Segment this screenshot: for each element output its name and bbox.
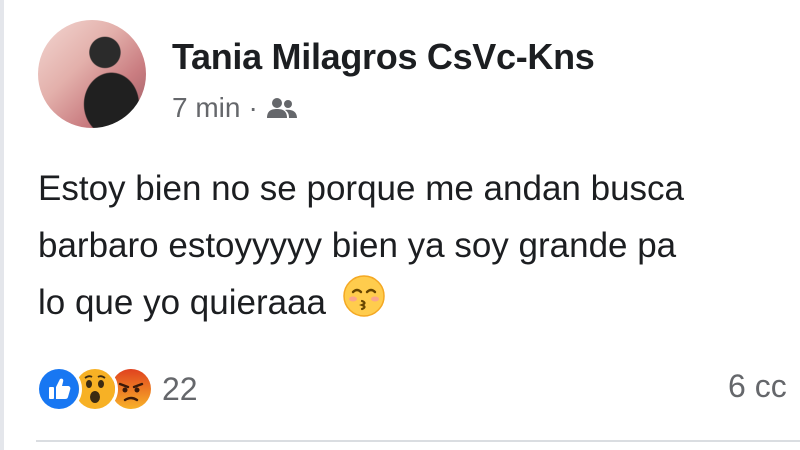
post-time[interactable]: 7 min [172, 92, 240, 124]
kissing-face-emoji [342, 274, 386, 335]
comments-count[interactable]: 6 cc [728, 368, 787, 405]
post-text-line-3: lo que yo quieraaa [38, 283, 326, 322]
footer-divider [36, 440, 800, 442]
avatar[interactable] [38, 20, 146, 128]
author-name[interactable]: Tania Milagros CsVc-Kns [172, 36, 595, 78]
meta-separator: · [248, 92, 258, 123]
post-text-line-2: barbaro estoyyyyy bien ya soy grande pa [38, 226, 677, 265]
like-reaction-icon[interactable] [36, 366, 82, 412]
reaction-summary[interactable]: 22 [36, 366, 198, 412]
screen-edge [0, 0, 4, 450]
post-text-line-1: Estoy bien no se porque me andan busca [38, 169, 684, 208]
friends-icon[interactable] [266, 96, 298, 120]
post-text: Estoy bien no se porque me andan busca b… [38, 160, 800, 335]
post-meta: 7 min · [172, 92, 298, 124]
reaction-count[interactable]: 22 [162, 371, 198, 408]
